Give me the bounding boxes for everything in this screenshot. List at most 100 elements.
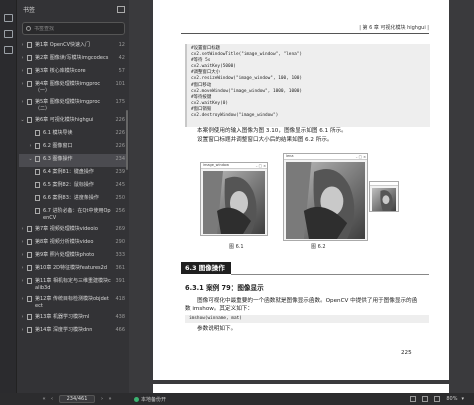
header-rule bbox=[181, 33, 429, 34]
bookmark-label: 第7章 视频处理模块videoio bbox=[35, 226, 98, 232]
page-number: 225 bbox=[401, 350, 412, 356]
bookmark-label: 第10章 2D特征模块features2d bbox=[35, 265, 107, 271]
collapse-panel-icon[interactable] bbox=[117, 5, 125, 13]
bookmark-item[interactable]: › 第5章 图像处理模块imgproc（二） 175 bbox=[19, 97, 127, 115]
chevron-icon[interactable]: › bbox=[19, 252, 26, 259]
bookmark-page: 42 bbox=[118, 55, 125, 61]
chevron-icon[interactable]: › bbox=[19, 99, 26, 106]
bookmark-item[interactable]: › 第13章 机器学习模块ml 438 bbox=[19, 312, 127, 325]
bookmark-item[interactable]: 6.7 进阶必备：在Qt中使用OpenCV 256 bbox=[19, 206, 127, 224]
chevron-icon[interactable]: › bbox=[19, 296, 26, 303]
bookmark-item[interactable]: 6.4 案例81：键盘操作 239 bbox=[19, 167, 127, 180]
single-page-icon[interactable] bbox=[422, 396, 429, 402]
bookmark-item[interactable]: › 第1章 OpenCV快速入门 12 bbox=[19, 40, 127, 53]
dual-page-icon[interactable] bbox=[434, 396, 441, 402]
bookmark-item[interactable]: › 第4章 图像处理模块imgproc（一） 101 bbox=[19, 79, 127, 97]
bookmark-label: 6.7 进阶必备：在Qt中使用OpenCV bbox=[43, 208, 111, 221]
bookmark-item[interactable]: 6.5 案例82：鼠标操作 245 bbox=[19, 180, 127, 193]
bookmark-item[interactable]: › 第3章 核心库模块core 57 bbox=[19, 66, 127, 79]
window-titlebar: image_window – □ × bbox=[201, 163, 267, 169]
bookmark-item[interactable]: › 第8章 视频分析模块video 290 bbox=[19, 237, 127, 250]
bookmark-page: 290 bbox=[115, 239, 125, 245]
code-block: #设置窗口标题 cv2.setWindowTitle("image_window"… bbox=[185, 44, 430, 127]
bookmark-icon bbox=[27, 239, 32, 245]
bookmark-search-input[interactable] bbox=[34, 25, 114, 32]
bookmark-item[interactable]: ⌄ 第6章 可视化模块highgui 226 bbox=[19, 115, 127, 128]
bookmark-label: 6.5 案例82：鼠标操作 bbox=[43, 182, 94, 188]
bookmark-label: 第13章 机器学习模块ml bbox=[35, 314, 90, 320]
paragraph-1: 本案例使用的输入图像为图 3.10，图像显示如图 6.1 所示。 bbox=[197, 128, 347, 134]
next-page-icon[interactable]: › bbox=[98, 396, 106, 402]
bookmark-page: 101 bbox=[115, 81, 125, 87]
bookmark-label: 第1章 OpenCV快速入门 bbox=[35, 42, 91, 48]
sidebar-scrollbar[interactable] bbox=[126, 110, 128, 170]
chevron-icon[interactable]: › bbox=[19, 81, 26, 88]
bookmark-icon bbox=[27, 68, 32, 74]
figure-6-2-caption: 图 6.2 bbox=[311, 244, 326, 250]
bookmark-page: 234 bbox=[115, 156, 125, 162]
prev-page-icon[interactable]: ‹ bbox=[48, 396, 56, 402]
bookmark-label: 第12章 传统目标检测模块objdetect bbox=[35, 296, 109, 309]
chevron-icon[interactable]: › bbox=[27, 143, 34, 150]
bookmark-item[interactable]: 6.1 模块导读 226 bbox=[19, 128, 127, 141]
bookmark-item[interactable]: › 第14章 深度学习模块dnn 466 bbox=[19, 325, 127, 338]
bookmark-item[interactable]: › 第12章 传统目标检测模块objdetect 418 bbox=[19, 294, 127, 312]
bookmark-label: 6.6 案例83：进度条操作 bbox=[43, 195, 99, 201]
bookmark-item[interactable]: 6.6 案例83：进度条操作 250 bbox=[19, 193, 127, 206]
bookmark-page: 226 bbox=[115, 130, 125, 136]
bookmark-icon bbox=[27, 42, 32, 48]
bookmark-label: 第5章 图像处理模块imgproc（二） bbox=[35, 99, 101, 112]
bookmark-page: 256 bbox=[115, 208, 125, 214]
bookmark-label: 第4章 图像处理模块imgproc（一） bbox=[35, 81, 101, 94]
left-icon-rail bbox=[0, 0, 17, 405]
last-page-icon[interactable]: » bbox=[106, 396, 114, 402]
chevron-icon[interactable]: › bbox=[19, 55, 26, 62]
chevron-icon[interactable]: › bbox=[19, 226, 26, 233]
bookmark-panel-icon[interactable] bbox=[4, 14, 13, 22]
chevron-icon[interactable]: › bbox=[19, 278, 26, 285]
bookmark-label: 第3章 核心库模块core bbox=[35, 68, 86, 74]
window-title: lena bbox=[286, 154, 294, 158]
thumbnail-panel-icon[interactable] bbox=[4, 30, 13, 38]
paragraph-3-line-1: 图像可视化中最重要的一个函数就是图像显示函数。OpenCV 中提供了用于图像显示… bbox=[197, 298, 418, 304]
bookmark-item[interactable]: ⌄ 6.3 图像操作 234 bbox=[19, 154, 127, 167]
bookmark-icon bbox=[35, 195, 40, 201]
bookmark-search[interactable] bbox=[22, 22, 125, 35]
bookmark-item[interactable]: › 第7章 视频处理模块videoio 269 bbox=[19, 224, 127, 237]
chevron-icon[interactable]: ⌄ bbox=[19, 117, 26, 124]
lena-image bbox=[286, 162, 365, 239]
annotation-panel-icon[interactable] bbox=[4, 46, 13, 54]
chevron-icon[interactable]: › bbox=[19, 265, 26, 272]
backup-status[interactable]: 本地备份开 bbox=[134, 396, 166, 403]
window-titlebar bbox=[370, 182, 398, 186]
chevron-icon[interactable]: ⌄ bbox=[27, 156, 34, 163]
bookmark-label: 第9章 照片处理模块photo bbox=[35, 252, 95, 258]
chevron-icon[interactable]: › bbox=[19, 239, 26, 246]
bookmark-item[interactable]: › 第10章 2D特征模块features2d 361 bbox=[19, 263, 127, 276]
fit-page-icon[interactable] bbox=[410, 396, 417, 402]
first-page-icon[interactable]: « bbox=[40, 396, 48, 402]
bookmark-page: 226 bbox=[115, 143, 125, 149]
bookmark-label: 6.4 案例81：键盘操作 bbox=[43, 169, 94, 175]
bookmark-item[interactable]: › 第11章 相机标定与三维重建模块calib3d 391 bbox=[19, 276, 127, 294]
chevron-icon[interactable]: › bbox=[19, 327, 26, 334]
chevron-icon[interactable]: › bbox=[19, 42, 26, 49]
bookmark-icon bbox=[27, 314, 32, 320]
bookmark-item[interactable]: › 6.2 图像窗口 226 bbox=[19, 141, 127, 154]
bookmark-page: 250 bbox=[115, 195, 125, 201]
status-bar: « ‹ 234/461 › » 本地备份开 80% ▾ bbox=[0, 393, 474, 405]
bookmark-icon bbox=[35, 156, 40, 162]
bookmark-page: 418 bbox=[115, 296, 125, 302]
page-number-input[interactable]: 234/461 bbox=[59, 395, 95, 403]
zoom-level[interactable]: 80% bbox=[446, 396, 457, 402]
bookmark-page: 361 bbox=[115, 265, 125, 271]
chevron-icon[interactable]: › bbox=[19, 314, 26, 321]
chevron-icon[interactable]: › bbox=[19, 68, 26, 75]
bookmark-label: 6.2 图像窗口 bbox=[43, 143, 73, 149]
bookmark-icon bbox=[35, 182, 40, 188]
bookmark-item[interactable]: › 第9章 照片处理模块photo 333 bbox=[19, 250, 127, 263]
zoom-dropdown-icon[interactable]: ▾ bbox=[461, 396, 464, 402]
bookmark-item[interactable]: › 第2章 图像读/写模块imgcodecs 42 bbox=[19, 53, 127, 66]
paragraph-4: 参数说明如下。 bbox=[197, 326, 237, 332]
bookmark-icon bbox=[27, 81, 32, 87]
